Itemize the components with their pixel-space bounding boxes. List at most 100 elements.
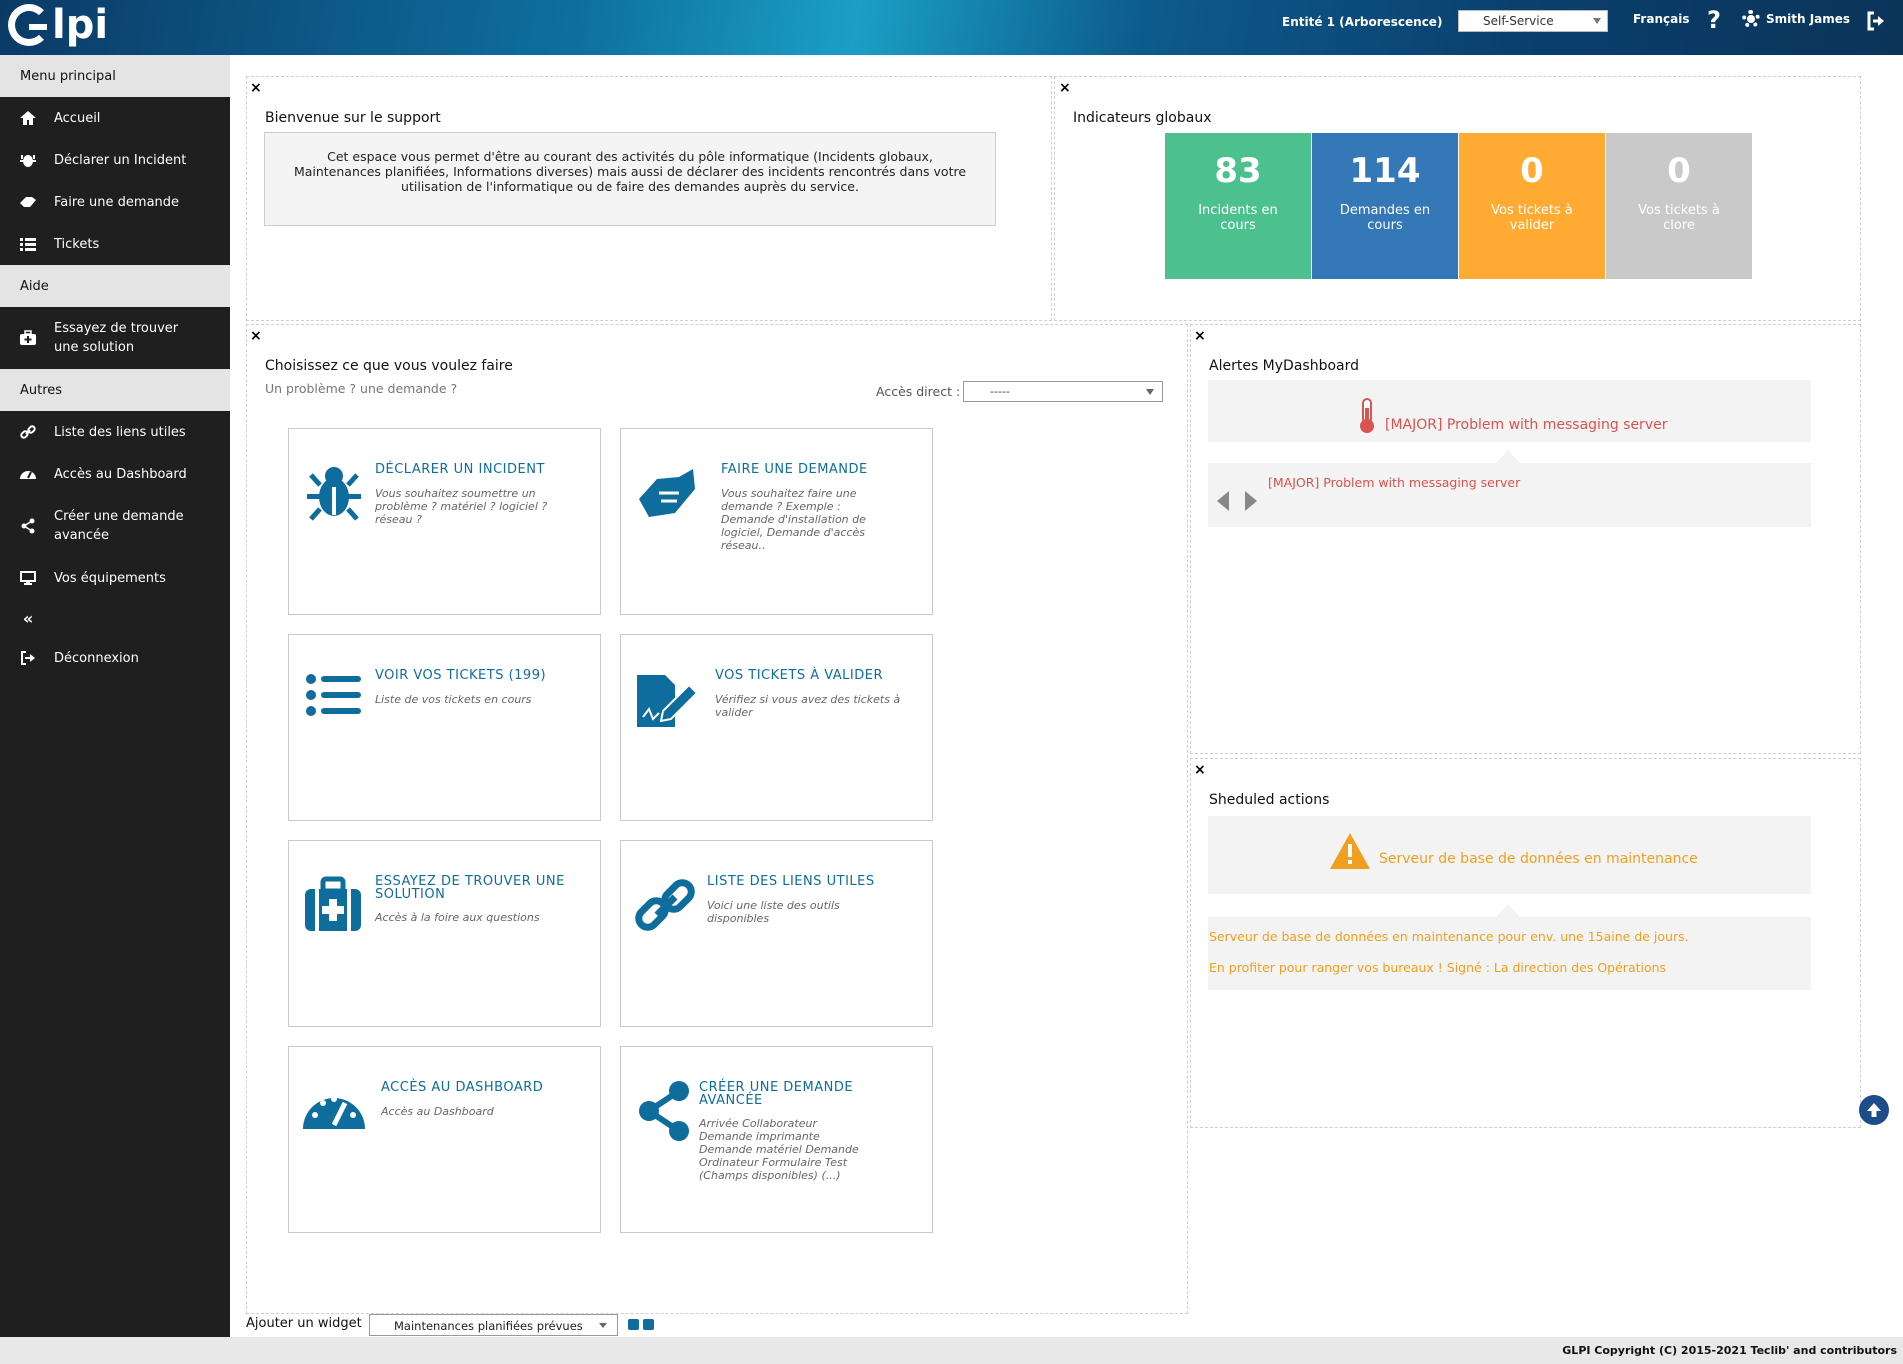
chevron-down-icon xyxy=(599,1323,607,1328)
sidebar-item-deconnexion[interactable]: Déconnexion xyxy=(0,637,230,679)
sidebar-item-trouver-solution[interactable]: Essayez de trouver une solution xyxy=(0,307,230,369)
warning-icon xyxy=(1330,833,1370,869)
scheduled-headline: Serveur de base de données en maintenanc… xyxy=(1379,851,1698,867)
indicator-value: 83 xyxy=(1214,151,1262,191)
indicator-tickets-valider[interactable]: 0 Vos tickets à valider xyxy=(1459,133,1605,279)
card-trouver-solution[interactable]: ESSAYEZ DE TROUVER UNE SOLUTION Accès à … xyxy=(288,840,601,1027)
arrow-left-icon[interactable] xyxy=(1217,491,1229,511)
indicator-label: Vos tickets à valider xyxy=(1491,203,1573,233)
direct-access-label: Accès direct : xyxy=(876,384,961,399)
signature-icon xyxy=(637,675,697,727)
sidebar-section-aide: Aide xyxy=(0,265,230,307)
glpi-logo-text: lpi xyxy=(52,2,109,48)
add-widget-label: Ajouter un widget xyxy=(246,1316,362,1331)
glpi-logo-mark xyxy=(8,4,50,46)
language-link[interactable]: Français xyxy=(1633,12,1689,26)
card-tickets-valider[interactable]: VOS TICKETS À VALIDER Vérifiez si vous a… xyxy=(620,634,933,821)
gear-icon xyxy=(1742,10,1760,28)
card-dashboard[interactable]: ACCÈS AU DASHBOARD Accès au Dashboard xyxy=(288,1046,601,1233)
handshake-icon xyxy=(20,194,36,210)
share-icon xyxy=(20,518,36,534)
medkit-icon xyxy=(20,330,36,346)
sidebar-item-label: Créer une demande avancée xyxy=(54,509,184,543)
link-icon xyxy=(635,879,695,931)
sidebar-collapse-button[interactable]: « xyxy=(0,599,230,637)
sidebar-item-faire-demande[interactable]: Faire une demande xyxy=(0,181,230,223)
bug-icon xyxy=(307,467,361,521)
close-icon[interactable]: × xyxy=(1059,80,1071,96)
sidebar-item-label: Accueil xyxy=(54,110,101,126)
scheduled-body: Serveur de base de données en maintenanc… xyxy=(1208,917,1811,990)
close-icon[interactable]: × xyxy=(250,80,262,96)
card-title: CRÉER UNE DEMANDE AVANCÉE xyxy=(699,1080,854,1108)
sidebar-item-liens-utiles[interactable]: Liste des liens utiles xyxy=(0,411,230,453)
card-title: DÉCLARER UN INCIDENT xyxy=(375,462,545,477)
indicator-demandes[interactable]: 114 Demandes en cours xyxy=(1312,133,1458,279)
save-icon[interactable] xyxy=(628,1319,639,1330)
close-icon[interactable]: × xyxy=(1194,762,1206,778)
link-icon xyxy=(20,424,36,440)
card-description: Vérifiez si vous avez des tickets à vali… xyxy=(715,693,901,719)
card-title: ACCÈS AU DASHBOARD xyxy=(381,1080,544,1095)
scroll-top-button[interactable] xyxy=(1859,1095,1889,1125)
card-faire-demande[interactable]: FAIRE UNE DEMANDE Vous souhaitez faire u… xyxy=(620,428,933,615)
footer: GLPI Copyright (C) 2015-2021 Teclib' and… xyxy=(0,1337,1903,1364)
bug-icon xyxy=(20,152,36,168)
sign-out-icon[interactable] xyxy=(1866,11,1886,31)
entity-selector[interactable]: Entité 1 (Arborescence) xyxy=(1282,15,1442,29)
direct-access-select[interactable]: ----- xyxy=(963,381,1163,402)
medkit-icon xyxy=(305,876,361,931)
choose-title: Choisissez ce que vous voulez faire xyxy=(265,358,513,374)
choose-subtitle: Un problème ? une demande ? xyxy=(265,381,458,396)
arrow-right-icon[interactable] xyxy=(1245,491,1257,511)
sidebar-item-label: Déconnexion xyxy=(54,650,139,666)
sidebar-section-autres: Autres xyxy=(0,369,230,411)
profile-select-value: Self-Service xyxy=(1483,14,1554,28)
indicator-label: Vos tickets à clore xyxy=(1638,203,1720,233)
indicator-incidents[interactable]: 83 Incidents en cours xyxy=(1165,133,1311,279)
user-menu[interactable]: Smith James xyxy=(1742,10,1850,28)
indicator-tickets-clore[interactable]: 0 Vos tickets à clore xyxy=(1606,133,1752,279)
thermometer-icon xyxy=(1360,398,1374,433)
sidebar-section-menu-principal: Menu principal xyxy=(0,55,230,97)
welcome-message: Cet espace vous permet d'être au courant… xyxy=(264,132,996,226)
card-liens-utiles[interactable]: LISTE DES LIENS UTILES Voici une liste d… xyxy=(620,840,933,1027)
indicator-value: 0 xyxy=(1520,151,1544,191)
sidebar-item-accueil[interactable]: Accueil xyxy=(0,97,230,139)
tachometer-icon xyxy=(20,466,36,482)
list-icon xyxy=(306,674,361,716)
tachometer-icon xyxy=(303,1096,365,1129)
indicators-title: Indicateurs globaux xyxy=(1073,110,1212,126)
sidebar-item-equipements[interactable]: Vos équipements xyxy=(0,557,230,599)
card-demande-avancee[interactable]: CRÉER UNE DEMANDE AVANCÉE Arrivée Collab… xyxy=(620,1046,933,1233)
close-icon[interactable]: × xyxy=(250,328,262,344)
card-voir-tickets[interactable]: VOIR VOS TICKETS (199) Liste de vos tick… xyxy=(288,634,601,821)
card-description: Accès à la foire aux questions xyxy=(375,911,540,924)
card-declarer-incident[interactable]: DÉCLARER UN INCIDENT Vous souhaitez soum… xyxy=(288,428,601,615)
close-icon[interactable]: × xyxy=(1194,328,1206,344)
card-description: Accès au Dashboard xyxy=(381,1105,494,1118)
help-icon[interactable]: ? xyxy=(1707,6,1721,34)
profile-select[interactable]: Self-Service xyxy=(1458,10,1608,32)
card-description: Voici une liste des outils disponibles xyxy=(707,899,840,925)
alert-item[interactable]: [MAJOR] Problem with messaging server xyxy=(1268,475,1520,490)
sidebar-item-dashboard[interactable]: Accès au Dashboard xyxy=(0,453,230,495)
sidebar-item-declarer-incident[interactable]: Déclarer un Incident xyxy=(0,139,230,181)
chevron-down-icon xyxy=(1593,18,1601,24)
direct-access-value: ----- xyxy=(990,385,1010,398)
add-widget-select[interactable]: Maintenances planifiées prévues xyxy=(369,1314,618,1336)
alert-headline: [MAJOR] Problem with messaging server xyxy=(1385,417,1668,433)
home-icon xyxy=(20,110,36,126)
save-all-icon[interactable] xyxy=(643,1319,654,1330)
welcome-title: Bienvenue sur le support xyxy=(265,110,441,126)
sidebar-item-label: Accès au Dashboard xyxy=(54,466,187,482)
indicator-label: Demandes en cours xyxy=(1339,203,1431,233)
glpi-logo[interactable]: lpi xyxy=(8,2,108,52)
indicator-value: 114 xyxy=(1349,151,1421,191)
sidebar-item-tickets[interactable]: Tickets xyxy=(0,223,230,265)
sidebar-item-label: Faire une demande xyxy=(54,194,180,210)
handshake-icon xyxy=(639,469,695,517)
top-header: lpi Entité 1 (Arborescence) Self-Service… xyxy=(0,0,1903,55)
sidebar-item-label: Essayez de trouver une solution xyxy=(54,321,179,355)
sidebar-item-demande-avancee[interactable]: Créer une demande avancée xyxy=(0,495,230,557)
